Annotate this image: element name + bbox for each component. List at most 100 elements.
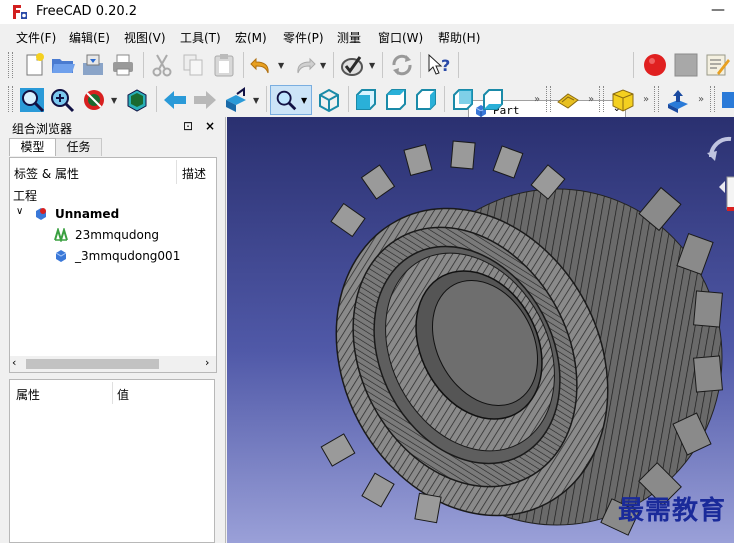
draw-style-icon[interactable] xyxy=(80,86,108,114)
toolbar-grip[interactable] xyxy=(654,86,659,112)
minimize-button[interactable]: — xyxy=(708,2,728,20)
measure-icon[interactable] xyxy=(554,86,582,114)
scrollbar-thumb[interactable] xyxy=(26,359,159,369)
std-views-icon[interactable] xyxy=(222,86,250,114)
toolbar-separator xyxy=(143,52,144,78)
paste-icon[interactable] xyxy=(210,51,238,79)
toolbar-separator xyxy=(420,52,421,78)
watermark-text: 最需教育 xyxy=(617,496,726,526)
print-icon[interactable] xyxy=(109,51,137,79)
tree-header-description[interactable]: 描述 xyxy=(182,165,206,182)
toolbar-overflow-chevron-icon[interactable]: » xyxy=(643,94,649,105)
toolbar-grip[interactable] xyxy=(8,52,13,78)
mesh-icon xyxy=(54,228,68,242)
toolbar-grip[interactable] xyxy=(8,86,13,112)
copy-icon[interactable] xyxy=(179,51,207,79)
refresh-check-icon[interactable] xyxy=(338,51,366,79)
redo-dropdown-chevron-icon[interactable]: ▼ xyxy=(320,61,326,70)
combo-view-title: 组合浏览器 xyxy=(12,122,73,136)
gear-model[interactable] xyxy=(227,117,734,543)
property-header[interactable]: 属性 xyxy=(16,386,40,403)
chevron-down-icon[interactable]: ∨ xyxy=(16,206,23,217)
macro-stop-icon[interactable] xyxy=(672,51,700,79)
std-views-dropdown-chevron-icon[interactable]: ▼ xyxy=(253,96,259,105)
zoom-tool-button[interactable]: ▼ xyxy=(270,85,312,115)
tab-tasks[interactable]: 任务 xyxy=(56,138,102,156)
menu-measure[interactable]: 测量 xyxy=(337,29,361,46)
undo-icon[interactable] xyxy=(248,51,276,79)
view-rear-icon[interactable] xyxy=(449,86,477,114)
menu-macro[interactable]: 宏(M) xyxy=(235,29,267,46)
part-solid-icon xyxy=(55,250,67,262)
menu-window[interactable]: 窗口(W) xyxy=(378,29,423,46)
bounding-box-icon[interactable] xyxy=(123,86,151,114)
tree-section-label: 工程 xyxy=(13,189,38,203)
scroll-left-icon[interactable]: ‹ xyxy=(12,356,16,369)
toolbar-overflow-chevron-icon[interactable]: » xyxy=(534,94,540,105)
document-icon xyxy=(36,208,46,220)
boolean-icon[interactable] xyxy=(718,86,734,114)
menu-part[interactable]: 零件(P) xyxy=(283,29,324,46)
draw-style-dropdown-chevron-icon[interactable]: ▼ xyxy=(111,96,117,105)
redo-icon[interactable] xyxy=(290,51,318,79)
navigation-cube[interactable] xyxy=(697,127,734,222)
part-box-icon[interactable] xyxy=(609,86,637,114)
view-bottom-icon[interactable] xyxy=(479,86,507,114)
zoom-icon xyxy=(276,90,297,111)
extrude-icon[interactable] xyxy=(664,86,692,114)
menu-edit[interactable]: 编辑(E) xyxy=(69,29,110,46)
toolbar-overflow-chevron-icon[interactable]: » xyxy=(588,94,594,105)
svg-text:?: ? xyxy=(441,56,450,75)
view-front-icon[interactable] xyxy=(352,86,380,114)
toolbar-separator xyxy=(633,52,634,78)
recompute-icon[interactable] xyxy=(388,51,416,79)
view-top-icon[interactable] xyxy=(382,86,410,114)
toolbar-grip[interactable] xyxy=(710,86,715,112)
menu-tools[interactable]: 工具(T) xyxy=(180,29,221,46)
toolbar-grip[interactable] xyxy=(599,86,604,112)
toolbar-grip[interactable] xyxy=(546,86,551,112)
close-icon[interactable]: × xyxy=(205,119,215,133)
toolbar-separator xyxy=(156,86,157,112)
toolbar-overflow-chevron-icon[interactable]: » xyxy=(698,94,704,105)
menu-bar: 文件(F) 编辑(E) 视图(V) 工具(T) 宏(M) 零件(P) 测量 窗口… xyxy=(0,25,734,47)
window-title: FreeCAD 0.20.2 xyxy=(36,4,138,19)
tree-document-label[interactable]: Unnamed xyxy=(55,207,119,221)
menu-view[interactable]: 视图(V) xyxy=(124,29,166,46)
new-document-icon[interactable] xyxy=(20,51,48,79)
model-tree: 标签 & 属性 描述 工程 ∨ Unnamed 23mmqudong _3mmq… xyxy=(9,157,217,373)
nav-back-icon[interactable] xyxy=(161,86,189,114)
toolbar-separator xyxy=(382,52,383,78)
macro-edit-icon[interactable] xyxy=(703,51,731,79)
freecad-logo-icon xyxy=(12,4,28,20)
toolbar-separator xyxy=(333,52,334,78)
menu-file[interactable]: 文件(F) xyxy=(16,29,56,46)
tree-item-label[interactable]: 23mmqudong xyxy=(75,228,159,242)
toolbar-separator xyxy=(243,52,244,78)
nav-forward-icon[interactable] xyxy=(191,86,219,114)
toolbar-separator xyxy=(266,86,267,112)
whats-this-help-icon[interactable]: ? xyxy=(425,51,453,79)
3d-viewport[interactable]: 最需教育 xyxy=(227,117,734,543)
refresh-dropdown-chevron-icon[interactable]: ▼ xyxy=(369,61,375,70)
fit-selection-icon[interactable] xyxy=(48,86,76,114)
cut-icon[interactable] xyxy=(148,51,176,79)
open-folder-icon[interactable] xyxy=(49,51,77,79)
combo-view-panel: 组合浏览器 ⊡ × 模型 任务 标签 & 属性 描述 工程 ∨ Unnamed … xyxy=(0,117,226,543)
value-header[interactable]: 值 xyxy=(117,386,129,403)
undo-dropdown-chevron-icon[interactable]: ▼ xyxy=(278,61,284,70)
save-icon[interactable] xyxy=(79,51,107,79)
scroll-right-icon[interactable]: › xyxy=(205,356,209,369)
tree-item-label[interactable]: _3mmqudong001 xyxy=(75,249,180,263)
view-right-icon[interactable] xyxy=(412,86,440,114)
horizontal-scrollbar[interactable]: ‹ › xyxy=(10,356,216,372)
tab-model[interactable]: 模型 xyxy=(9,138,56,156)
tree-header-label[interactable]: 标签 & 属性 xyxy=(14,165,79,182)
toolbar-separator xyxy=(444,86,445,112)
view-isometric-icon[interactable] xyxy=(315,86,343,114)
title-bar: FreeCAD 0.20.2 — xyxy=(0,0,734,24)
float-panel-icon[interactable]: ⊡ xyxy=(183,119,193,133)
macro-record-icon[interactable] xyxy=(641,51,669,79)
menu-help[interactable]: 帮助(H) xyxy=(438,29,480,46)
fit-all-icon[interactable] xyxy=(18,86,46,114)
